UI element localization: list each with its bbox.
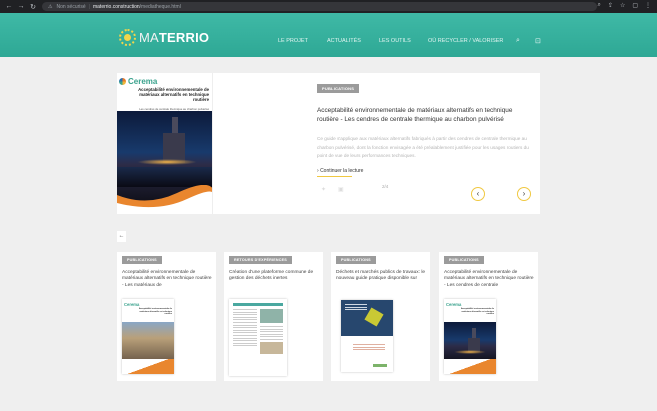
card-title[interactable]: Acceptabilité environnementale de matéri… [444,270,536,289]
guide-title-lines [345,304,367,312]
thumb-wave [444,359,496,374]
logo-mark-icon [119,29,136,46]
menu-item-actualites[interactable]: ACTUALITÉS [327,38,361,44]
bag-icon[interactable]: ⊡ [535,37,541,45]
carousel-back-button[interactable]: ← [117,231,126,242]
gallery-icon[interactable]: ▣ [338,187,344,193]
card-title[interactable]: Acceptabilité environnementale de matéri… [122,270,214,289]
menu-item-recycler[interactable]: OÙ RECYCLER / VALORISER [428,38,503,44]
media-card[interactable]: PUBLICATIONS Acceptabilité environnement… [117,252,216,381]
slide-counter: 2/4 [382,184,389,189]
bookmark-icon[interactable]: ☆ [620,2,625,9]
doc-text-column [233,309,257,354]
hero-slider: Cerema Acceptabilité environnementale de… [117,73,540,214]
next-slide-button[interactable]: › [517,187,531,201]
menu-item-outils[interactable]: LES OUTILS [379,38,411,44]
zoom-icon[interactable]: ⌕ [598,2,601,9]
quarry-photo [122,322,174,362]
guide-logo [373,364,387,367]
power-plant-photo [444,322,496,362]
search-icon[interactable]: ⌕ [516,37,520,45]
thumb-icon[interactable]: ✦ [321,187,326,193]
hero-icons: ✦ ▣ [321,186,344,193]
media-card[interactable]: PUBLICATIONS Acceptabilité environnement… [439,252,538,381]
prev-slide-button[interactable]: ‹ [471,187,485,201]
doc-image-column [259,309,283,354]
hero-description: Ce guide s'applique aux matériaux altern… [317,136,529,158]
cerema-logo: Cerema [446,302,462,307]
share-icon[interactable]: ⇪ [608,2,613,9]
logo-text: MATERRIO [139,30,210,45]
browser-toolbar: ← → ↻ ⚠ Non sécurisé | materrio.construc… [0,0,657,13]
doc-header-bar [233,303,283,306]
card-title[interactable]: Création d'une plateforme commune de ges… [229,270,321,283]
security-label: Non sécurisé [56,3,86,10]
address-bar[interactable]: ⚠ Non sécurisé | materrio.construction /… [42,2,597,11]
card-thumbnail[interactable]: Cerema Acceptabilité environnementale de… [444,299,496,374]
site-header: MATERRIO LE PROJET ACTUALITÉS LES OUTILS… [0,13,657,57]
separator: | [88,3,90,10]
card-badge: PUBLICATIONS [336,256,376,264]
cover-title: Acceptabilité environnementale de matéri… [138,87,209,102]
browser-actions: ⌕ ⇪ ☆ ▢ ⋮ [598,2,651,9]
cover-wave-graphic [117,185,212,214]
cerema-logo: Cerema [124,302,140,307]
warning-icon: ⚠ [48,3,53,10]
media-card[interactable]: PUBLICATIONS Déchets et marchés publics … [331,252,430,381]
card-thumbnail[interactable] [229,299,287,376]
hero-cover-image[interactable]: Cerema Acceptabilité environnementale de… [117,73,213,214]
back-icon[interactable]: ← [4,3,14,10]
thumb-title: Acceptabilité environnementale de matéri… [138,308,172,316]
read-more-underline [317,176,352,177]
forward-icon[interactable]: → [16,3,26,10]
url-domain: materrio.construction [92,3,140,10]
window-icon[interactable]: ▢ [632,2,638,9]
hero-title[interactable]: Acceptabilité environnementale de matéri… [317,106,532,124]
guide-subtitle-lines [353,344,385,352]
card-title[interactable]: Déchets et marchés publics de travaux: l… [336,270,428,283]
media-card[interactable]: RETOURS D'EXPÉRIENCES Création d'une pla… [224,252,323,381]
card-badge: PUBLICATIONS [122,256,162,264]
site-logo[interactable]: MATERRIO [119,29,209,46]
thumb-title: Acceptabilité environnementale de matéri… [460,308,494,316]
menu-item-projet[interactable]: LE PROJET [278,38,308,44]
hero-badge: PUBLICATIONS [317,84,360,93]
menu-icon[interactable]: ⋮ [645,2,651,9]
thumb-wave [122,359,174,374]
read-more-link[interactable]: › Continuer la lecture [317,168,363,174]
card-badge: RETOURS D'EXPÉRIENCES [229,256,292,264]
reload-icon[interactable]: ↻ [28,3,38,11]
card-thumbnail[interactable] [341,300,393,372]
cerema-logo: Cerema [119,77,157,86]
card-thumbnail[interactable]: Cerema Acceptabilité environnementale de… [122,299,174,374]
url-path: /mediatheque.html [139,3,181,10]
cerema-logo-icon [119,78,126,85]
card-badge: PUBLICATIONS [444,256,484,264]
